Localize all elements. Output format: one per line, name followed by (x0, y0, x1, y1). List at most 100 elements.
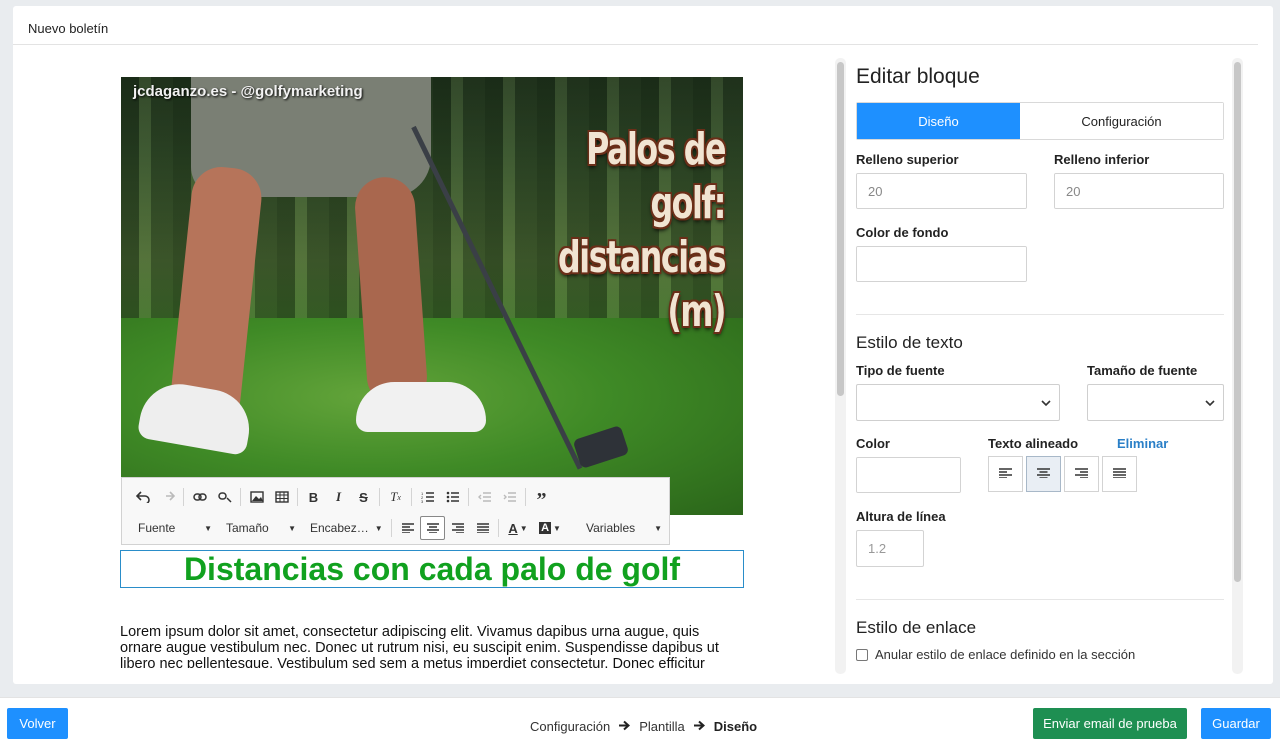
right-shoe (356, 382, 486, 432)
bg-color-label: Color de fondo (856, 225, 949, 240)
breadcrumb-configuration[interactable]: Configuración (530, 719, 610, 734)
align-right-button[interactable] (1064, 456, 1099, 492)
heading-dropdown[interactable]: Encabez… ▼ (302, 516, 388, 540)
divider (856, 314, 1224, 315)
bg-color-input[interactable] (857, 247, 1026, 281)
save-button[interactable]: Guardar (1201, 708, 1271, 739)
back-button[interactable]: Volver (7, 708, 68, 739)
size-dropdown[interactable]: Tamaño ▼ (218, 516, 302, 540)
outdent-icon[interactable] (472, 485, 497, 509)
align-left-button[interactable] (988, 456, 1023, 492)
undo-icon[interactable] (130, 485, 155, 509)
toolbar-separator (468, 488, 469, 506)
newsletter-card: Nuevo boletín jcdaganzo.es - @golfymarke… (13, 6, 1273, 684)
align-justify-icon[interactable] (470, 516, 495, 540)
font-type-select[interactable] (856, 384, 1060, 421)
padding-bottom-label: Relleno inferior (1054, 152, 1150, 167)
padding-top-field: px (856, 173, 1027, 209)
hero-image[interactable]: jcdaganzo.es - @golfymarketing Palos de … (121, 77, 743, 515)
bold-icon[interactable]: B (301, 485, 326, 509)
toolbar-separator (183, 488, 184, 506)
align-center-icon[interactable] (420, 516, 445, 540)
breadcrumb: Configuración Plantilla Diseño (530, 718, 757, 734)
toolbar-row-2: Fuente ▼ Tamaño ▼ Encabez… ▼ A ▼ A ▼ Variable… (122, 513, 668, 543)
chevron-down-icon: ▼ (288, 523, 296, 533)
align-left-icon[interactable] (395, 516, 420, 540)
link-style-title: Estilo de enlace (856, 618, 977, 637)
clear-format-icon[interactable]: Tx (383, 485, 408, 509)
breadcrumb-design: Diseño (713, 718, 758, 734)
card-title: Nuevo boletín (13, 6, 1258, 45)
send-test-email-button[interactable]: Enviar email de prueba (1033, 708, 1187, 739)
toolbar-row-1: B I S Tx 123 ” (122, 482, 554, 512)
rich-text-toolbar: B I S Tx 123 ” Fuente ▼ Tamaño ▼ Encabez… ▼… (121, 477, 670, 545)
override-link-checkbox[interactable] (856, 648, 868, 661)
editor-scrollbar-thumb[interactable] (837, 62, 844, 396)
text-color-field (856, 457, 961, 493)
size-dropdown-label: Tamaño (226, 521, 269, 535)
padding-bottom-field: px (1054, 173, 1224, 209)
line-height-label: Altura de línea (856, 509, 946, 524)
padding-top-label: Relleno superior (856, 152, 959, 167)
table-icon[interactable] (269, 485, 294, 509)
numbered-list-icon[interactable]: 123 (415, 485, 440, 509)
italic-icon[interactable]: I (326, 485, 351, 509)
content-title[interactable]: Distancias con cada palo de golf (120, 550, 744, 588)
tab-design[interactable]: Diseño (857, 103, 1020, 139)
panel-scrollbar-thumb[interactable] (1234, 62, 1241, 582)
override-link-label: Anular estilo de enlace definido en la s… (875, 647, 1136, 662)
content-body[interactable]: Lorem ipsum dolor sit amet, consectetur … (120, 624, 740, 668)
divider (856, 599, 1224, 600)
editor-scrollbar[interactable] (835, 58, 846, 674)
font-dropdown-label: Fuente (138, 521, 176, 535)
remove-link[interactable]: Eliminar (1117, 436, 1168, 451)
text-color-input[interactable] (857, 458, 960, 492)
background-color-icon[interactable]: A ▼ (534, 516, 566, 540)
padding-top-input[interactable] (857, 174, 1026, 208)
chevron-down-icon: ▼ (204, 523, 212, 533)
align-left-icon (999, 465, 1012, 483)
arrow-right-icon (619, 718, 631, 734)
padding-bottom-input[interactable] (1055, 174, 1223, 208)
text-color-icon[interactable]: A ▼ (502, 516, 534, 540)
link-icon[interactable] (187, 485, 212, 509)
heading-dropdown-label: Encabez… (310, 521, 369, 535)
breadcrumb-template[interactable]: Plantilla (639, 719, 685, 734)
strikethrough-icon[interactable]: S (351, 485, 376, 509)
image-headline-line2: distancias (m) (558, 232, 726, 337)
bulleted-list-icon[interactable] (440, 485, 465, 509)
panel-scrollbar[interactable] (1232, 58, 1243, 674)
font-dropdown[interactable]: Fuente ▼ (130, 516, 218, 540)
image-headline-line1: Palos de golf: (586, 124, 726, 229)
toolbar-separator (498, 519, 499, 537)
panel-title: Editar bloque (856, 65, 980, 88)
variables-dropdown[interactable]: Variables ▼ (578, 516, 668, 540)
chevron-down-icon (1205, 396, 1215, 410)
toolbar-separator (411, 488, 412, 506)
text-align-label: Texto alineado (988, 436, 1079, 451)
toolbar-separator (297, 488, 298, 506)
bg-color-field (856, 246, 1027, 282)
blockquote-icon[interactable]: ” (529, 485, 554, 511)
line-height-input[interactable]: 1.2 (856, 530, 924, 567)
panel-tabs: Diseño Configuración (856, 102, 1224, 140)
variables-dropdown-label: Variables (586, 521, 636, 535)
align-center-button[interactable] (1026, 456, 1061, 492)
font-type-label: Tipo de fuente (856, 363, 945, 378)
redo-icon[interactable] (155, 485, 180, 509)
align-center-icon (1037, 465, 1050, 483)
align-justify-icon (1113, 465, 1126, 483)
toolbar-separator (379, 488, 380, 506)
indent-icon[interactable] (497, 485, 522, 509)
override-link-style-row[interactable]: Anular estilo de enlace definido en la s… (856, 647, 1135, 662)
edit-block-panel: Editar bloque Diseño Configuración Relle… (846, 58, 1241, 674)
footer-bar: Volver Configuración Plantilla Diseño En… (0, 697, 1280, 747)
image-icon[interactable] (244, 485, 269, 509)
arrow-right-icon (693, 718, 705, 734)
align-justify-button[interactable] (1102, 456, 1137, 492)
align-right-icon[interactable] (445, 516, 470, 540)
font-size-select[interactable] (1087, 384, 1224, 421)
tab-configuration[interactable]: Configuración (1020, 103, 1223, 139)
unlink-icon[interactable] (212, 485, 237, 509)
chevron-down-icon: ▼ (654, 523, 662, 533)
